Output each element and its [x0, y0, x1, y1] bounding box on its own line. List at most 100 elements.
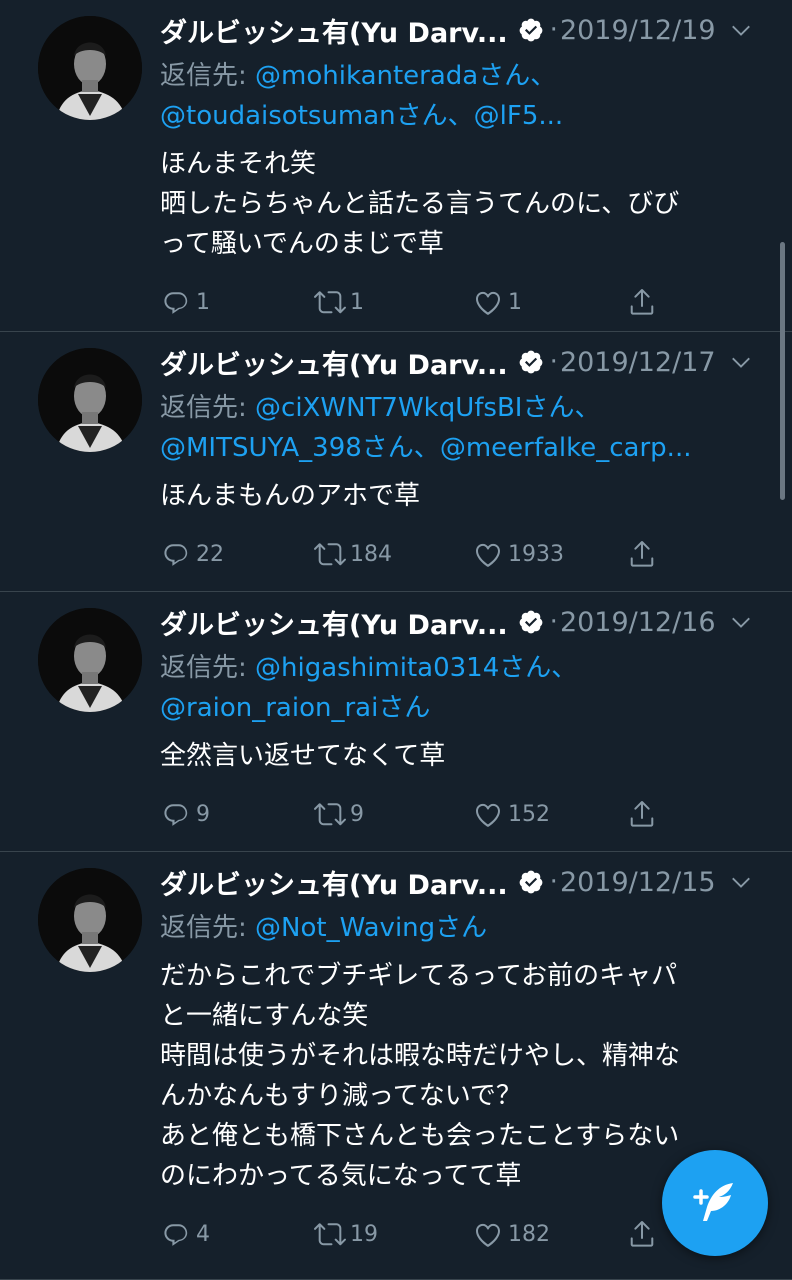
- reply-prefix: 返信先:: [160, 393, 256, 423]
- share-icon: [630, 541, 654, 567]
- tweet[interactable]: ダルビッシュ有(Yu Darv... · 2019/12/17 返信先: @ci…: [0, 332, 792, 592]
- retweet-button[interactable]: 9: [314, 798, 364, 830]
- separator-dot: ·: [549, 15, 558, 45]
- retweet-icon: [314, 1223, 346, 1246]
- mention-link[interactable]: @toudaisotsuman: [160, 101, 396, 131]
- retweet-button[interactable]: 19: [314, 1218, 378, 1250]
- mention-link[interactable]: @raion_raion_rai: [160, 693, 378, 723]
- like-button[interactable]: 152: [472, 798, 550, 830]
- tweet-text-line: って騒いでんのまじで草: [160, 229, 444, 259]
- reply-count: 4: [196, 1221, 210, 1247]
- chevron-down-icon[interactable]: [730, 351, 752, 373]
- mention-link[interactable]: @lF5...: [474, 101, 564, 131]
- mention-link[interactable]: @higashimita0314: [255, 653, 499, 683]
- reply-button[interactable]: 4: [160, 1218, 210, 1250]
- display-name[interactable]: ダルビッシュ有(Yu Darv...: [160, 11, 508, 50]
- heart-icon: [476, 543, 500, 567]
- avatar[interactable]: [38, 348, 142, 452]
- tweet-text-line: と一緒にすんな笑: [160, 1001, 369, 1031]
- retweet-icon: [314, 291, 346, 314]
- reply-icon: [164, 1224, 188, 1246]
- share-button[interactable]: [626, 798, 658, 830]
- like-count: 1933: [508, 541, 564, 567]
- tweet-date[interactable]: 2019/12/17: [560, 347, 716, 378]
- retweet-button[interactable]: 184: [314, 538, 392, 570]
- tweet-text-line: あと俺とも橋下さんとも会ったことすらない: [160, 1121, 680, 1151]
- mention-suffix[interactable]: さん: [435, 913, 487, 943]
- tweet-header: ダルビッシュ有(Yu Darv... · 2019/12/16: [160, 606, 760, 641]
- share-button[interactable]: [626, 538, 658, 570]
- avatar[interactable]: [38, 16, 142, 120]
- mention-link[interactable]: @mohikanterada: [255, 61, 478, 91]
- separator-dot: ·: [549, 347, 558, 377]
- reply-context: 返信先: @mohikanteradaさん、 @toudaisotsumanさん…: [160, 56, 750, 136]
- avatar[interactable]: [38, 608, 142, 712]
- mention-link[interactable]: @meerfalke_carp...: [440, 433, 692, 463]
- reply-prefix: 返信先:: [160, 913, 256, 943]
- tweet-text: ほんまそれ笑 晒したらちゃんと話たる言うてんのに、びび って騒いでんのまじで草: [160, 144, 750, 264]
- share-button[interactable]: [626, 1218, 658, 1250]
- reply-count: 9: [196, 801, 210, 827]
- mention-suffix[interactable]: さん、: [499, 653, 577, 683]
- like-count: 1: [508, 289, 522, 315]
- tweet-date[interactable]: 2019/12/19: [560, 15, 716, 46]
- tweet-header: ダルビッシュ有(Yu Darv... · 2019/12/17: [160, 346, 760, 381]
- mention-link[interactable]: @Not_Waving: [255, 913, 435, 943]
- tweet-text-line: 晒したらちゃんと話たる言うてんのに、びび: [160, 189, 680, 219]
- tweet-actions: 9 9 152: [160, 784, 752, 860]
- like-button[interactable]: 1: [472, 286, 522, 318]
- mention-suffix[interactable]: さん、: [478, 61, 556, 91]
- like-count: 182: [508, 1221, 550, 1247]
- verified-badge-icon: [519, 870, 543, 894]
- retweet-button[interactable]: 1: [314, 286, 364, 318]
- chevron-down-icon[interactable]: [730, 19, 752, 41]
- display-name[interactable]: ダルビッシュ有(Yu Darv...: [160, 603, 508, 642]
- tweet-text-line: 全然言い返せてなくて草: [160, 741, 446, 771]
- compose-tweet-button[interactable]: [662, 1150, 768, 1256]
- timeline: ダルビッシュ有(Yu Darv... · 2019/12/19 返信先: @mo…: [0, 0, 792, 1280]
- display-name[interactable]: ダルビッシュ有(Yu Darv...: [160, 863, 508, 902]
- scrollbar[interactable]: [780, 242, 785, 500]
- compose-tweet-icon: [693, 1183, 733, 1221]
- heart-icon: [476, 803, 500, 827]
- share-icon: [630, 1221, 654, 1247]
- reply-icon: [164, 544, 188, 566]
- verified-badge-icon: [519, 350, 543, 374]
- tweet-date[interactable]: 2019/12/15: [560, 867, 716, 898]
- verified-badge-icon: [519, 18, 543, 42]
- verified-badge-icon: [519, 610, 543, 634]
- reply-icon: [164, 292, 188, 314]
- mention-suffix[interactable]: さん、: [522, 393, 600, 423]
- share-icon: [630, 801, 654, 827]
- tweet-header: ダルビッシュ有(Yu Darv... · 2019/12/19: [160, 14, 760, 49]
- avatar[interactable]: [38, 868, 142, 972]
- tweet[interactable]: ダルビッシュ有(Yu Darv... · 2019/12/16 返信先: @hi…: [0, 592, 792, 852]
- reply-button[interactable]: 1: [160, 286, 210, 318]
- like-count: 152: [508, 801, 550, 827]
- tweet-text-line: んかなんもすり減ってないで？: [160, 1081, 522, 1111]
- tweet-text: 全然言い返せてなくて草: [160, 736, 750, 776]
- tweet-date[interactable]: 2019/12/16: [560, 607, 716, 638]
- mention-suffix[interactable]: さん、: [362, 433, 440, 463]
- tweet[interactable]: ダルビッシュ有(Yu Darv... · 2019/12/19 返信先: @mo…: [0, 0, 792, 332]
- heart-icon: [476, 1223, 500, 1247]
- display-name[interactable]: ダルビッシュ有(Yu Darv...: [160, 343, 508, 382]
- tweet-text-line: だからこれでブチギレてるってお前のキャパ: [160, 961, 678, 991]
- mention-link[interactable]: @ciXWNT7WkqUfsBI: [255, 393, 522, 423]
- reply-prefix: 返信先:: [160, 61, 256, 91]
- mention-suffix[interactable]: さん、: [396, 101, 474, 131]
- retweet-icon: [314, 543, 346, 566]
- chevron-down-icon[interactable]: [730, 871, 752, 893]
- tweet-text-line: ほんまそれ笑: [160, 149, 317, 179]
- reply-button[interactable]: 9: [160, 798, 210, 830]
- chevron-down-icon[interactable]: [730, 611, 752, 633]
- reply-button[interactable]: 22: [160, 538, 224, 570]
- share-button[interactable]: [626, 286, 658, 318]
- like-button[interactable]: 182: [472, 1218, 550, 1250]
- retweet-count: 9: [350, 801, 364, 827]
- retweet-count: 19: [350, 1221, 378, 1247]
- like-button[interactable]: 1933: [472, 538, 564, 570]
- mention-suffix[interactable]: さん: [378, 693, 430, 723]
- reply-count: 22: [196, 541, 224, 567]
- mention-link[interactable]: @MITSUYA_398: [160, 433, 362, 463]
